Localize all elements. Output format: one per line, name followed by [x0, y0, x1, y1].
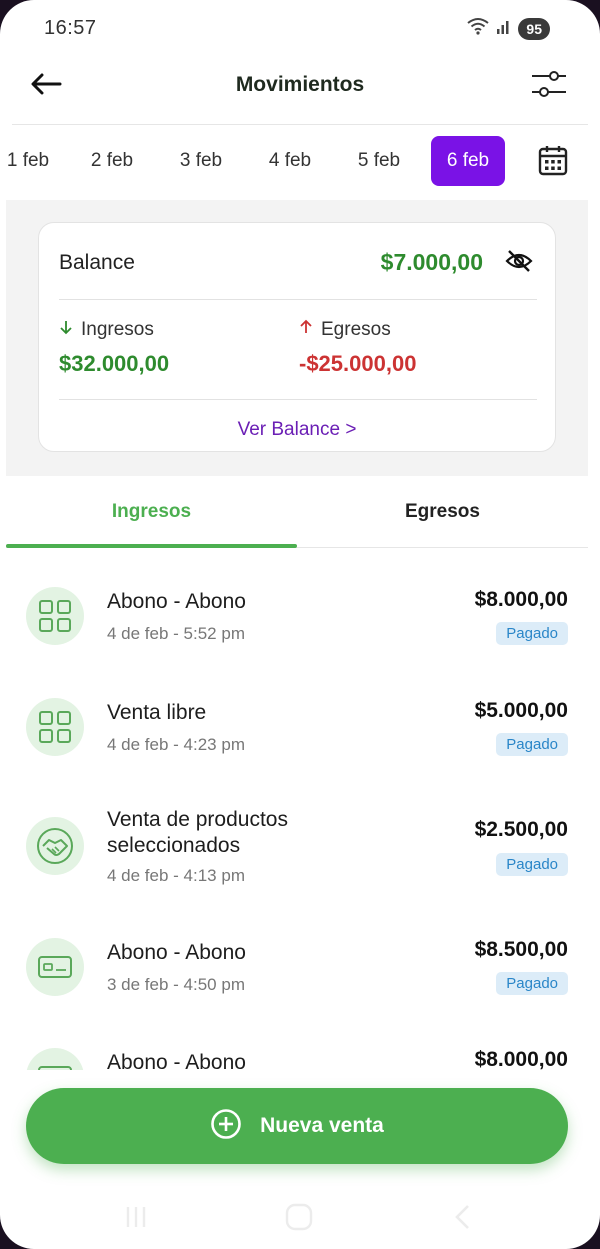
- home-icon: [284, 1203, 314, 1236]
- date-item[interactable]: 5 feb: [347, 136, 411, 186]
- date-item[interactable]: 4 feb: [258, 136, 322, 186]
- transaction-list[interactable]: Abono - Abono 4 de feb - 5:52 pm $8.000,…: [0, 560, 600, 1070]
- chevron-left-icon: [451, 1203, 473, 1236]
- balance-label: Balance: [59, 251, 135, 274]
- battery-indicator: 95: [518, 17, 550, 40]
- transaction-date: 3 de feb - 4:50 pm: [107, 975, 245, 994]
- tab-egresos[interactable]: Egresos: [297, 484, 588, 546]
- signal-icon: [496, 17, 512, 40]
- hide-balance-button[interactable]: [505, 249, 533, 275]
- cash-icon: [26, 1048, 84, 1070]
- grid-icon: [26, 698, 84, 756]
- recent-apps-icon: [122, 1204, 150, 1235]
- wifi-icon: [466, 16, 490, 41]
- list-item[interactable]: Venta libre 4 de feb - 4:23 pm $5.000,00…: [0, 670, 600, 780]
- recent-apps-button[interactable]: [118, 1204, 154, 1234]
- sliders-icon: [530, 71, 568, 106]
- new-sale-button-wrap: Nueva venta: [26, 1088, 568, 1164]
- page-title: Movimientos: [235, 73, 365, 96]
- balance-value: $7.000,00: [380, 249, 483, 275]
- status-badge: Pagado: [496, 972, 568, 995]
- income-summary: Ingresos $32.000,00: [59, 319, 169, 377]
- new-sale-button[interactable]: Nueva venta: [26, 1088, 568, 1164]
- arrow-up-icon: [299, 319, 313, 341]
- transaction-date: 4 de feb - 4:23 pm: [107, 735, 245, 754]
- handshake-icon: [26, 817, 84, 875]
- date-item[interactable]: 3 feb: [169, 136, 233, 186]
- grid-icon: [26, 587, 84, 645]
- expense-value: -$25.000,00: [299, 351, 417, 376]
- transaction-amount: $8.500,00: [474, 938, 568, 961]
- header-divider: [12, 124, 588, 125]
- home-button[interactable]: [281, 1203, 317, 1236]
- card-divider: [59, 399, 537, 400]
- see-balance-link[interactable]: Ver Balance >: [39, 419, 555, 441]
- transaction-amount: $5.000,00: [474, 699, 568, 722]
- tab-indicator: [6, 544, 297, 548]
- status-bar: 16:57 95: [0, 0, 600, 56]
- filter-button[interactable]: [530, 66, 570, 106]
- list-item[interactable]: Abono - Abono 4 de feb - 5:52 pm $8.000,…: [0, 560, 600, 670]
- transaction-title: Venta de productos seleccionados: [107, 808, 288, 857]
- transaction-amount: $8.000,00: [474, 588, 568, 611]
- list-item[interactable]: Venta de productos seleccionados 4 de fe…: [0, 780, 600, 920]
- income-label: Ingresos: [81, 319, 154, 340]
- transaction-amount: $8.000,00: [474, 1048, 568, 1070]
- calendar-button[interactable]: [538, 144, 570, 178]
- arrow-down-icon: [59, 319, 73, 341]
- status-badge: Pagado: [496, 622, 568, 645]
- transaction-title: Abono - Abono: [107, 590, 246, 613]
- expense-label: Egresos: [321, 319, 391, 340]
- date-item-selected[interactable]: 6 feb: [431, 136, 505, 186]
- status-badge: Pagado: [496, 853, 568, 876]
- card-divider: [59, 299, 537, 300]
- date-item[interactable]: 2 feb: [80, 136, 144, 186]
- new-sale-label: Nueva venta: [260, 1114, 384, 1137]
- movement-tabs: Ingresos Egresos: [6, 484, 588, 548]
- status-badge: Pagado: [496, 733, 568, 756]
- date-item[interactable]: 1 feb: [0, 136, 56, 186]
- list-item[interactable]: Abono - Abono $8.000,00: [0, 1030, 600, 1070]
- expense-summary: Egresos -$25.000,00: [299, 319, 416, 377]
- income-value: $32.000,00: [59, 351, 170, 376]
- balance-panel: Balance $7.000,00 Ingresos $32.000,00 Eg…: [6, 200, 588, 476]
- transaction-date: 4 de feb - 4:13 pm: [107, 866, 245, 885]
- transaction-date: 4 de feb - 5:52 pm: [107, 624, 245, 643]
- eye-off-icon: [505, 250, 533, 277]
- transaction-title: Venta libre: [107, 701, 207, 724]
- calendar-icon: [538, 146, 568, 180]
- status-icons: 95: [466, 16, 550, 41]
- tab-ingresos[interactable]: Ingresos: [6, 484, 297, 546]
- cash-icon: [26, 938, 84, 996]
- app-header: Movimientos: [0, 56, 600, 124]
- balance-card: Balance $7.000,00 Ingresos $32.000,00 Eg…: [38, 222, 556, 452]
- transaction-title: Abono - Abono: [107, 1051, 246, 1070]
- date-selector: 1 feb 2 feb 3 feb 4 feb 5 feb 6 feb: [0, 136, 600, 188]
- system-nav-bar: [0, 1190, 600, 1249]
- app-screen: 16:57 95 Movimientos 1 feb 2 feb 3 feb 4…: [0, 0, 600, 1249]
- transaction-amount: $2.500,00: [474, 818, 568, 841]
- list-item[interactable]: Abono - Abono 3 de feb - 4:50 pm $8.500,…: [0, 920, 600, 1030]
- transaction-title: Abono - Abono: [107, 941, 246, 964]
- system-back-button[interactable]: [444, 1204, 480, 1234]
- plus-circle-icon: [210, 1108, 242, 1145]
- status-time: 16:57: [44, 17, 97, 39]
